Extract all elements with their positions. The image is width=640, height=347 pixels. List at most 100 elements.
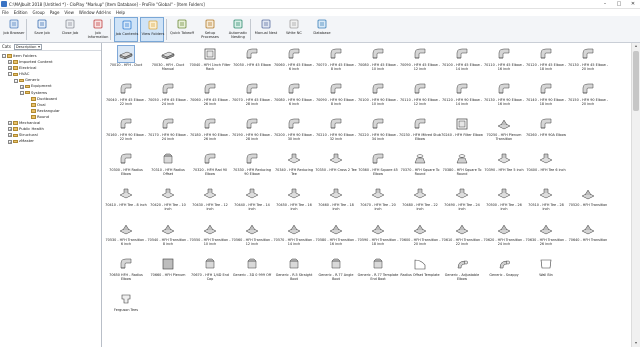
item-tile[interactable]: Wall Bin [525, 255, 567, 287]
item-tile[interactable]: Generic - R.77 Angle Boot [315, 255, 357, 287]
item-tile[interactable]: 70620 - HFH Transition - 24 inch [483, 220, 525, 252]
collapse-icon[interactable]: - [2, 54, 6, 59]
expand-icon[interactable]: + [8, 66, 12, 71]
item-tile[interactable]: 70320 - HFH Rad 90 Elbow [189, 150, 231, 182]
toolbar-manual-nest-button[interactable]: Manual Nest [254, 17, 278, 42]
item-tile[interactable]: 70150 - HFH 90 Elbow - 20 inch [567, 80, 609, 112]
toolbar-job-information-button[interactable]: Job Information [86, 17, 110, 42]
item-tile[interactable]: 70250 - HFH Plenum Transition [483, 115, 525, 147]
item-tile[interactable]: 70640 - HFH Transition [567, 220, 609, 252]
toolbar-quick-takeoff-button[interactable]: Quick Takeoff [170, 17, 194, 42]
item-tile[interactable]: 70050 - HFH 45 Elbow - 24 inch [147, 80, 189, 112]
toolbar-job-contents-button[interactable]: Job Contents [114, 17, 138, 42]
menu-item-edition[interactable]: Edition [14, 10, 28, 15]
menu-item-view[interactable]: View [64, 10, 74, 15]
collapse-icon[interactable]: - [20, 90, 24, 95]
item-tile[interactable]: Radius Offset Template [399, 255, 441, 287]
item-tile[interactable]: 70080 - HFH 45 Elbow - 10 inch [357, 45, 399, 77]
item-tile[interactable]: 70310 - HFH Radius Offset [147, 150, 189, 182]
expand-icon[interactable]: + [20, 84, 24, 89]
menu-item-page[interactable]: Page [50, 10, 60, 15]
item-tile[interactable]: Generic - Adjustable Elbow [441, 255, 483, 287]
expand-icon[interactable]: + [8, 139, 12, 144]
toolbar-save-job-button[interactable]: Save Job [30, 17, 54, 42]
item-tile[interactable]: 70070 - HFH 45 Elbow - 28 inch [231, 80, 273, 112]
item-tile[interactable]: 70130 - HFH 45 Elbow - 20 inch [567, 45, 609, 77]
vertical-scrollbar[interactable]: ▴ ▾ [631, 43, 640, 347]
expand-icon[interactable]: + [8, 60, 12, 65]
item-tile[interactable]: 70230 - HFH Mitred Stub Elbow [399, 115, 441, 147]
toolbar-automatic-nesting-button[interactable]: Automatic Nesting [226, 17, 250, 42]
item-tile[interactable]: 70510 - HFH Tee - 28 inch [525, 185, 567, 217]
item-tile[interactable]: 70410 - HFH Tee - 8 inch [105, 185, 147, 217]
item-tile[interactable]: 70330 - HFH Reducing 90 Elbow [231, 150, 273, 182]
toolbar-close-job-button[interactable]: Close Job [58, 17, 82, 42]
menu-item-group[interactable]: Group [33, 10, 45, 15]
item-tile[interactable]: 70480 - HFH Tee - 22 inch [399, 185, 441, 217]
item-tile[interactable]: 70090 - HFH 45 Elbow - 12 inch [399, 45, 441, 77]
item-tile[interactable]: 70610 - HFH Transition - 22 inch [441, 220, 483, 252]
toolbar-view-folders-button[interactable]: View Folders [140, 17, 164, 42]
item-tile[interactable]: 70420 - HFH Tee - 10 inch [147, 185, 189, 217]
item-tile[interactable]: 70010 - HFH - Duct [105, 45, 147, 77]
item-tile[interactable]: 70070 - HFH 45 Elbow - 8 inch [315, 45, 357, 77]
item-tile[interactable]: 70040 - HFH 45 Elbow - 22 inch [105, 80, 147, 112]
item-tile[interactable]: 70430 - HFH Tee - 12 inch [189, 185, 231, 217]
item-tile[interactable]: 70090 - HFH 90 Elbow - 8 inch [315, 80, 357, 112]
item-tile[interactable]: 70130 - HFH 90 Elbow - 16 inch [483, 80, 525, 112]
collapse-icon[interactable]: - [14, 78, 18, 83]
scroll-down-icon[interactable]: ▾ [632, 340, 640, 347]
item-tile[interactable]: 70120 - HFH 45 Elbow - 18 inch [525, 45, 567, 77]
item-tile[interactable]: 70540 - HFH Transition - 8 inch [147, 220, 189, 252]
expand-icon[interactable]: + [8, 121, 12, 126]
toolbar-write-nc-button[interactable]: Write NC [282, 17, 306, 42]
item-tile[interactable]: 70400 - HFH Tee 6 inch [525, 150, 567, 182]
toolbar-setup-processes-button[interactable]: Setup Processes [198, 17, 222, 42]
item-tile[interactable]: 70120 - HFH 90 Elbow - 14 inch [441, 80, 483, 112]
toolbar-job-browser-button[interactable]: Job Browser [2, 17, 26, 42]
expand-icon[interactable]: + [8, 133, 12, 138]
close-button[interactable]: ✕ [626, 0, 640, 9]
item-tile[interactable]: 70520 - HFH Transition [567, 185, 609, 217]
sort-select[interactable]: Description ▾ [13, 43, 42, 50]
menu-item-help[interactable]: Help [116, 10, 125, 15]
item-tile[interactable]: 70080 - HFH 90 Elbow - 6 inch [273, 80, 315, 112]
collapse-icon[interactable]: - [8, 72, 12, 77]
item-tile[interactable]: 70180 - HFH 90 Elbow - 26 inch [189, 115, 231, 147]
item-tile[interactable]: Ferguson Tees [105, 290, 147, 322]
item-tile[interactable]: 70260 - HFH 90A Elbow [525, 115, 567, 147]
item-tile[interactable]: 70490 - HFH Tee - 24 inch [441, 185, 483, 217]
item-tile[interactable]: 70300 - HFH Radius Elbow [105, 150, 147, 182]
item-tile[interactable]: 70100 - HFH 90 Elbow - 10 inch [357, 80, 399, 112]
item-tile[interactable]: 70360 - HFH Square 45 Elbow [357, 150, 399, 182]
item-tile[interactable]: 70600 - HFH Transition - 20 inch [399, 220, 441, 252]
scroll-up-icon[interactable]: ▴ [632, 43, 640, 50]
item-tile[interactable]: Generic - Snappy [483, 255, 525, 287]
item-tile[interactable]: 70470 - HFH Tee - 20 inch [357, 185, 399, 217]
item-tile[interactable]: 70350 - HFH Cross 2 Tee [315, 150, 357, 182]
item-tile[interactable]: 70240 - HFH Filter Elbow [441, 115, 483, 147]
item-tile[interactable]: 70650 HFH - Radius Elbow [105, 255, 147, 287]
item-tile[interactable]: 70050 - HFH 45 Elbow [231, 45, 273, 77]
item-tile[interactable]: 70560 - HFH Transition - 12 inch [231, 220, 273, 252]
maximize-button[interactable]: □ [612, 0, 626, 9]
item-tile[interactable]: 70390 - HFH Tee 5 inch [483, 150, 525, 182]
menu-item-window-add-ins[interactable]: Window Add-Ins [79, 10, 111, 15]
item-tile[interactable]: 70200 - HFH 90 Elbow - 30 inch [273, 115, 315, 147]
item-tile[interactable]: 70440 - HFH Tee - 14 inch [231, 185, 273, 217]
item-tile[interactable]: 70060 - HFH 45 Elbow - 6 inch [273, 45, 315, 77]
item-tile[interactable]: 70380 - HFH Square To Round [441, 150, 483, 182]
item-tile[interactable]: 70170 - HFH 90 Elbow - 24 inch [147, 115, 189, 147]
item-tile[interactable]: 70570 - HFH Transition - 14 inch [273, 220, 315, 252]
item-tile[interactable]: 70110 - HFH 45 Elbow - 16 inch [483, 45, 525, 77]
item-tile[interactable]: 70040 - HFH 1inch Filter Rack [189, 45, 231, 77]
item-tile[interactable]: 70160 - HFH 90 Elbow - 22 inch [105, 115, 147, 147]
item-tile[interactable]: 70110 - HFH 90 Elbow - 12 inch [399, 80, 441, 112]
item-tile[interactable]: 70450 - HFH Tee - 16 inch [273, 185, 315, 217]
item-tile[interactable]: Generic - R.77 Template End Boot [357, 255, 399, 287]
item-tile[interactable]: 70060 - HFH 45 Elbow - 26 inch [189, 80, 231, 112]
item-tile[interactable]: 70590 - HFH Transition - 18 inch [357, 220, 399, 252]
item-tile[interactable]: 70530 - HFH Transition - 6 inch [105, 220, 147, 252]
item-tile[interactable]: 70340 - HFH Reducing Tee [273, 150, 315, 182]
item-tile[interactable]: 70190 - HFH 90 Elbow - 28 inch [231, 115, 273, 147]
